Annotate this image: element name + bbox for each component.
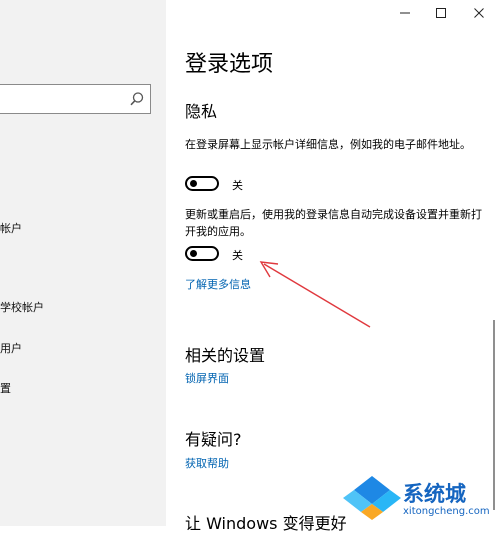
- windows-logo-icon: [343, 476, 401, 520]
- annotation-arrow: [259, 261, 371, 328]
- watermark: 系统城 xitongcheng.com: [343, 476, 500, 526]
- watermark-text: 系统城: [403, 482, 466, 506]
- watermark-url: xitongcheng.com: [403, 506, 490, 517]
